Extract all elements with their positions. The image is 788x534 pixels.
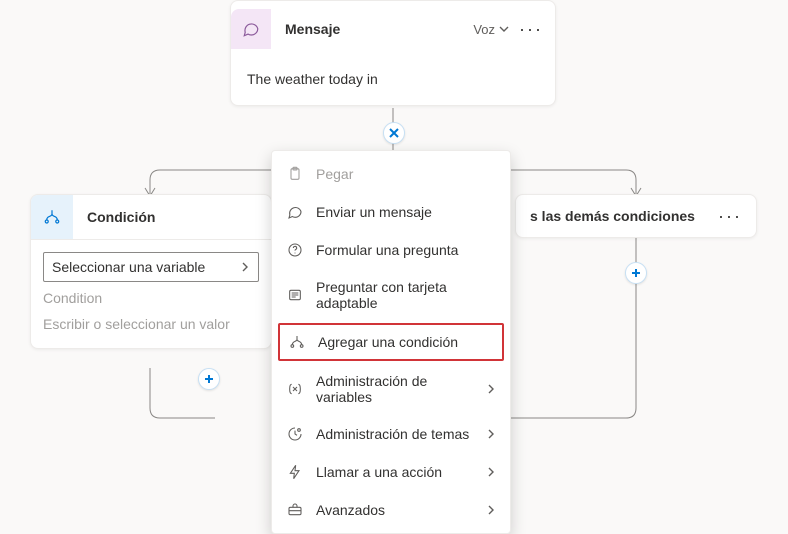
question-icon [286, 241, 304, 259]
menu-item-paste: Pegar [272, 155, 510, 193]
message-icon [231, 9, 271, 49]
menu-item-topic-management[interactable]: Administración de temas [272, 415, 510, 453]
variable-placeholder: Seleccionar una variable [52, 259, 205, 275]
menu-item-send-message[interactable]: Enviar un mensaje [272, 193, 510, 231]
close-x-icon [389, 128, 399, 138]
chevron-right-icon [486, 426, 496, 442]
voice-toggle[interactable]: Voz [473, 22, 509, 37]
chevron-down-icon [499, 24, 509, 34]
condition-operator-placeholder[interactable]: Condition [43, 290, 259, 306]
add-branch-button[interactable] [198, 368, 220, 390]
add-node-context-menu: Pegar Enviar un mensaje Formular una pre… [271, 150, 511, 534]
chevron-right-icon [486, 502, 496, 518]
menu-item-adaptive-card[interactable]: Preguntar con tarjeta adaptable [272, 269, 510, 321]
branch-icon [31, 195, 73, 239]
card-icon [286, 286, 304, 304]
condition-node[interactable]: Condición Seleccionar una variable Condi… [30, 194, 272, 349]
all-other-conditions-title: s las demás condiciones [530, 208, 718, 224]
menu-item-variable-management[interactable]: Administración de variables [272, 363, 510, 415]
plus-icon [204, 374, 214, 384]
message-title: Mensaje [285, 21, 473, 37]
variable-icon [286, 380, 304, 398]
chevron-right-icon [486, 381, 496, 397]
menu-item-add-condition[interactable]: Agregar una condición [278, 323, 504, 361]
menu-item-call-action[interactable]: Llamar a una acción [272, 453, 510, 491]
menu-item-ask-question[interactable]: Formular una pregunta [272, 231, 510, 269]
topic-icon [286, 425, 304, 443]
condition-header: Condición [31, 195, 271, 240]
plus-icon [631, 268, 641, 278]
message-node[interactable]: Mensaje Voz ··· The weather today in [230, 0, 556, 106]
more-icon[interactable]: ··· [519, 20, 543, 38]
chevron-right-icon [240, 262, 250, 272]
add-node-button[interactable] [383, 122, 405, 144]
branch-icon [288, 333, 306, 351]
message-icon [286, 203, 304, 221]
more-icon[interactable]: ··· [718, 207, 742, 225]
clipboard-icon [286, 165, 304, 183]
condition-value-placeholder[interactable]: Escribir o seleccionar un valor [43, 316, 259, 332]
add-node-button-right[interactable] [625, 262, 647, 284]
condition-body: Seleccionar una variable Condition Escri… [31, 240, 271, 348]
all-other-conditions-node[interactable]: s las demás condiciones ··· [515, 194, 757, 238]
message-header: Mensaje Voz ··· [231, 1, 555, 57]
variable-select[interactable]: Seleccionar una variable [43, 252, 259, 282]
message-body[interactable]: The weather today in [231, 57, 555, 105]
condition-title: Condición [87, 209, 271, 225]
chevron-right-icon [486, 464, 496, 480]
menu-item-advanced[interactable]: Avanzados [272, 491, 510, 529]
toolbox-icon [286, 501, 304, 519]
lightning-icon [286, 463, 304, 481]
